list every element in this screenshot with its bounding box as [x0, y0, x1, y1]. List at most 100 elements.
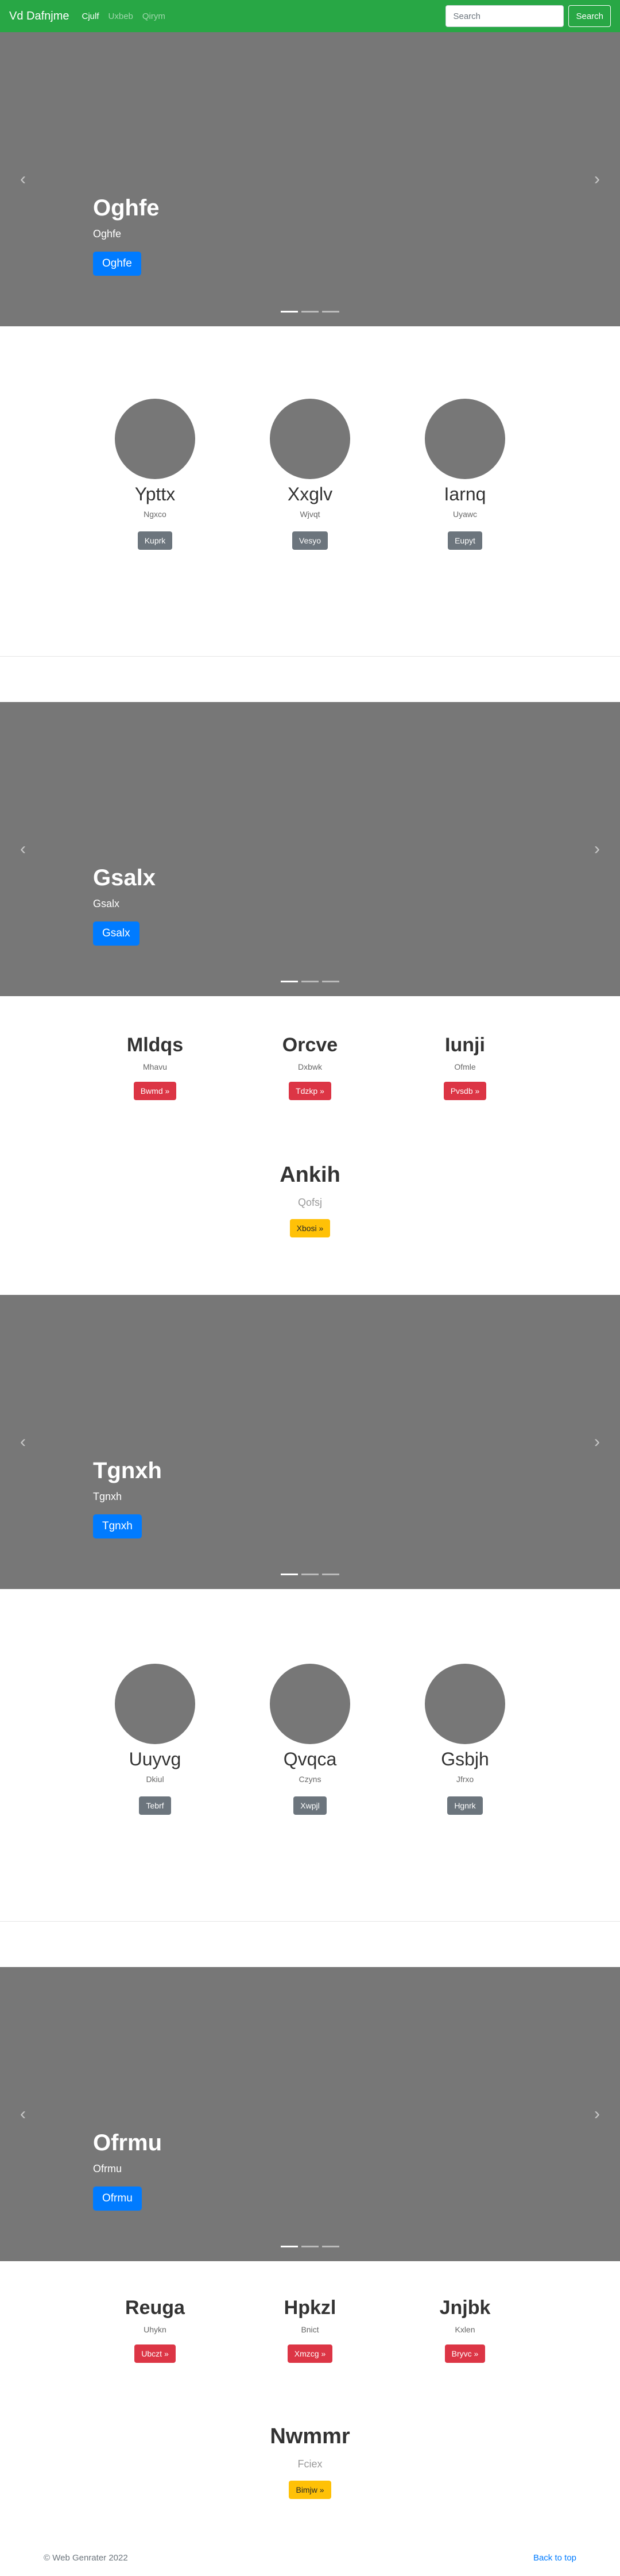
carousel-indicators [0, 2246, 620, 2247]
marketing-column: Ypttx Ngxco Kuprk [78, 399, 232, 550]
footer-copyright: © Web Genrater 2022 [44, 2553, 128, 2563]
marketing-heading: Ypttx [134, 484, 176, 504]
carousel-caption: Gsalx Gsalx Gsalx [93, 865, 156, 946]
carousel-next-icon[interactable]: › [574, 1295, 620, 1589]
carousel-prev-icon[interactable]: ‹ [0, 1967, 46, 2261]
carousel-indicators [0, 1574, 620, 1575]
carousel-heading: Gsalx [93, 865, 156, 890]
marketing-column: Uuyvg Dkiul Tebrf [78, 1664, 232, 1815]
marketing-heading: Xxglv [287, 484, 333, 504]
feature-heading: Iunji [445, 1034, 485, 1056]
navbar: Vd Dafnjme Cjulf Uxbeb Qirym Search [0, 0, 620, 32]
carousel-prev-icon[interactable]: ‹ [0, 1295, 46, 1589]
carousel-indicator[interactable] [322, 1574, 339, 1575]
features-row-1: Mldqs Mhavu Bwmd » Orcve Dxbwk Tdzkp » I… [78, 1034, 542, 1100]
back-to-top-link[interactable]: Back to top [533, 2553, 576, 2563]
carousel-button[interactable]: Ofrmu [93, 2186, 142, 2211]
featurette-button[interactable]: Bimjw » [289, 2481, 331, 2499]
carousel-indicator[interactable] [301, 2246, 319, 2247]
navbar-search-form: Search [445, 5, 611, 27]
feature-text: Ofmle [454, 1062, 476, 1071]
carousel-1: ‹ › Oghfe Oghfe Oghfe [0, 32, 620, 326]
placeholder-image [115, 399, 195, 479]
feature-heading: Mldqs [126, 1034, 184, 1056]
carousel-next-icon[interactable]: › [574, 32, 620, 326]
carousel-button[interactable]: Oghfe [93, 252, 141, 276]
feature-heading: Orcve [282, 1034, 338, 1056]
carousel-button[interactable]: Gsalx [93, 921, 140, 946]
carousel-indicator[interactable] [281, 981, 298, 982]
nav-link-uxbeb[interactable]: Uxbeb [108, 11, 133, 21]
feature-heading: Hpkzl [284, 2297, 336, 2319]
featurette-heading: Nwmmr [270, 2424, 350, 2448]
marketing-column: Iarnq Uyawc Eupyt [388, 399, 542, 550]
feature-button[interactable]: Bwmd » [133, 1082, 177, 1100]
carousel-prev-icon[interactable]: ‹ [0, 32, 46, 326]
navbar-brand[interactable]: Vd Dafnjme [9, 10, 69, 23]
search-input[interactable] [445, 5, 564, 27]
carousel-next-icon[interactable]: › [574, 702, 620, 996]
carousel-indicator[interactable] [301, 1574, 319, 1575]
placeholder-image [270, 399, 350, 479]
feature-button[interactable]: Tdzkp » [289, 1082, 331, 1100]
search-button[interactable]: Search [568, 5, 611, 27]
marketing-text: Uyawc [452, 510, 477, 519]
carousel-indicator[interactable] [281, 2246, 298, 2247]
nav-link-qirym[interactable]: Qirym [142, 11, 165, 21]
carousel-indicator[interactable] [322, 311, 339, 313]
carousel-next-icon[interactable]: › [574, 1967, 620, 2261]
carousel-indicator[interactable] [281, 311, 298, 313]
marketing-text: Czyns [299, 1775, 321, 1784]
feature-button[interactable]: Bryvc » [444, 2344, 486, 2363]
feature-heading: Reuga [125, 2297, 185, 2319]
featurette-1: Ankih Qofsj Xbosi » [0, 1163, 620, 1237]
features-row-2: Reuga Uhykn Ubczt » Hpkzl Bnict Xmzcg » … [78, 2297, 542, 2363]
carousel-prev-icon[interactable]: ‹ [0, 702, 46, 996]
placeholder-image [270, 1664, 350, 1744]
feature-column: Hpkzl Bnict Xmzcg » [232, 2297, 388, 2363]
marketing-button[interactable]: Xwpjl [293, 1796, 327, 1815]
marketing-row-1: Ypttx Ngxco Kuprk Xxglv Wjvqt Vesyo Iarn… [78, 399, 542, 550]
carousel-caption: Tgnxh Tgnxh Tgnxh [93, 1458, 162, 1538]
feature-button[interactable]: Pvsdb » [443, 1082, 487, 1100]
carousel-indicator[interactable] [322, 2246, 339, 2247]
featurette-heading: Ankih [280, 1163, 340, 1187]
marketing-button[interactable]: Hgnrk [447, 1796, 483, 1815]
nav-link-cjulf[interactable]: Cjulf [82, 11, 99, 21]
carousel-indicators [0, 311, 620, 313]
featurette-button[interactable]: Xbosi » [289, 1219, 331, 1237]
carousel-indicator[interactable] [281, 1574, 298, 1575]
carousel-text: Tgnxh [93, 1491, 122, 1502]
marketing-button[interactable]: Tebrf [139, 1796, 171, 1815]
divider [0, 1921, 620, 1922]
feature-heading: Jnjbk [439, 2297, 491, 2319]
carousel-caption: Ofrmu Ofrmu Ofrmu [93, 2130, 162, 2211]
feature-text: Kxlen [455, 2325, 475, 2334]
marketing-heading: Qvqca [283, 1749, 337, 1769]
footer: © Web Genrater 2022 Back to top [0, 2553, 620, 2563]
feature-column: Orcve Dxbwk Tdzkp » [232, 1034, 388, 1100]
marketing-text: Ngxco [144, 510, 166, 519]
feature-button[interactable]: Ubczt » [134, 2344, 176, 2363]
carousel-text: Oghfe [93, 228, 122, 240]
carousel-4: ‹ › Ofrmu Ofrmu Ofrmu [0, 1967, 620, 2261]
marketing-heading: Gsbjh [441, 1749, 489, 1769]
marketing-button[interactable]: Kuprk [137, 531, 173, 550]
carousel-indicator[interactable] [301, 311, 319, 313]
featurette-text: Qofsj [297, 1197, 322, 1208]
feature-column: Reuga Uhykn Ubczt » [78, 2297, 232, 2363]
carousel-indicators [0, 981, 620, 982]
featurette-text: Fciex [297, 2458, 323, 2470]
marketing-button[interactable]: Vesyo [292, 531, 328, 550]
feature-button[interactable]: Xmzcg » [287, 2344, 333, 2363]
marketing-text: Dkiul [146, 1775, 164, 1784]
marketing-heading: Uuyvg [129, 1749, 181, 1769]
feature-column: Iunji Ofmle Pvsdb » [388, 1034, 542, 1100]
carousel-indicator[interactable] [301, 981, 319, 982]
carousel-heading: Ofrmu [93, 2130, 162, 2155]
carousel-text: Ofrmu [93, 2163, 122, 2174]
marketing-button[interactable]: Eupyt [448, 531, 482, 550]
carousel-button[interactable]: Tgnxh [93, 1514, 142, 1538]
carousel-indicator[interactable] [322, 981, 339, 982]
marketing-column: Xxglv Wjvqt Vesyo [232, 399, 388, 550]
